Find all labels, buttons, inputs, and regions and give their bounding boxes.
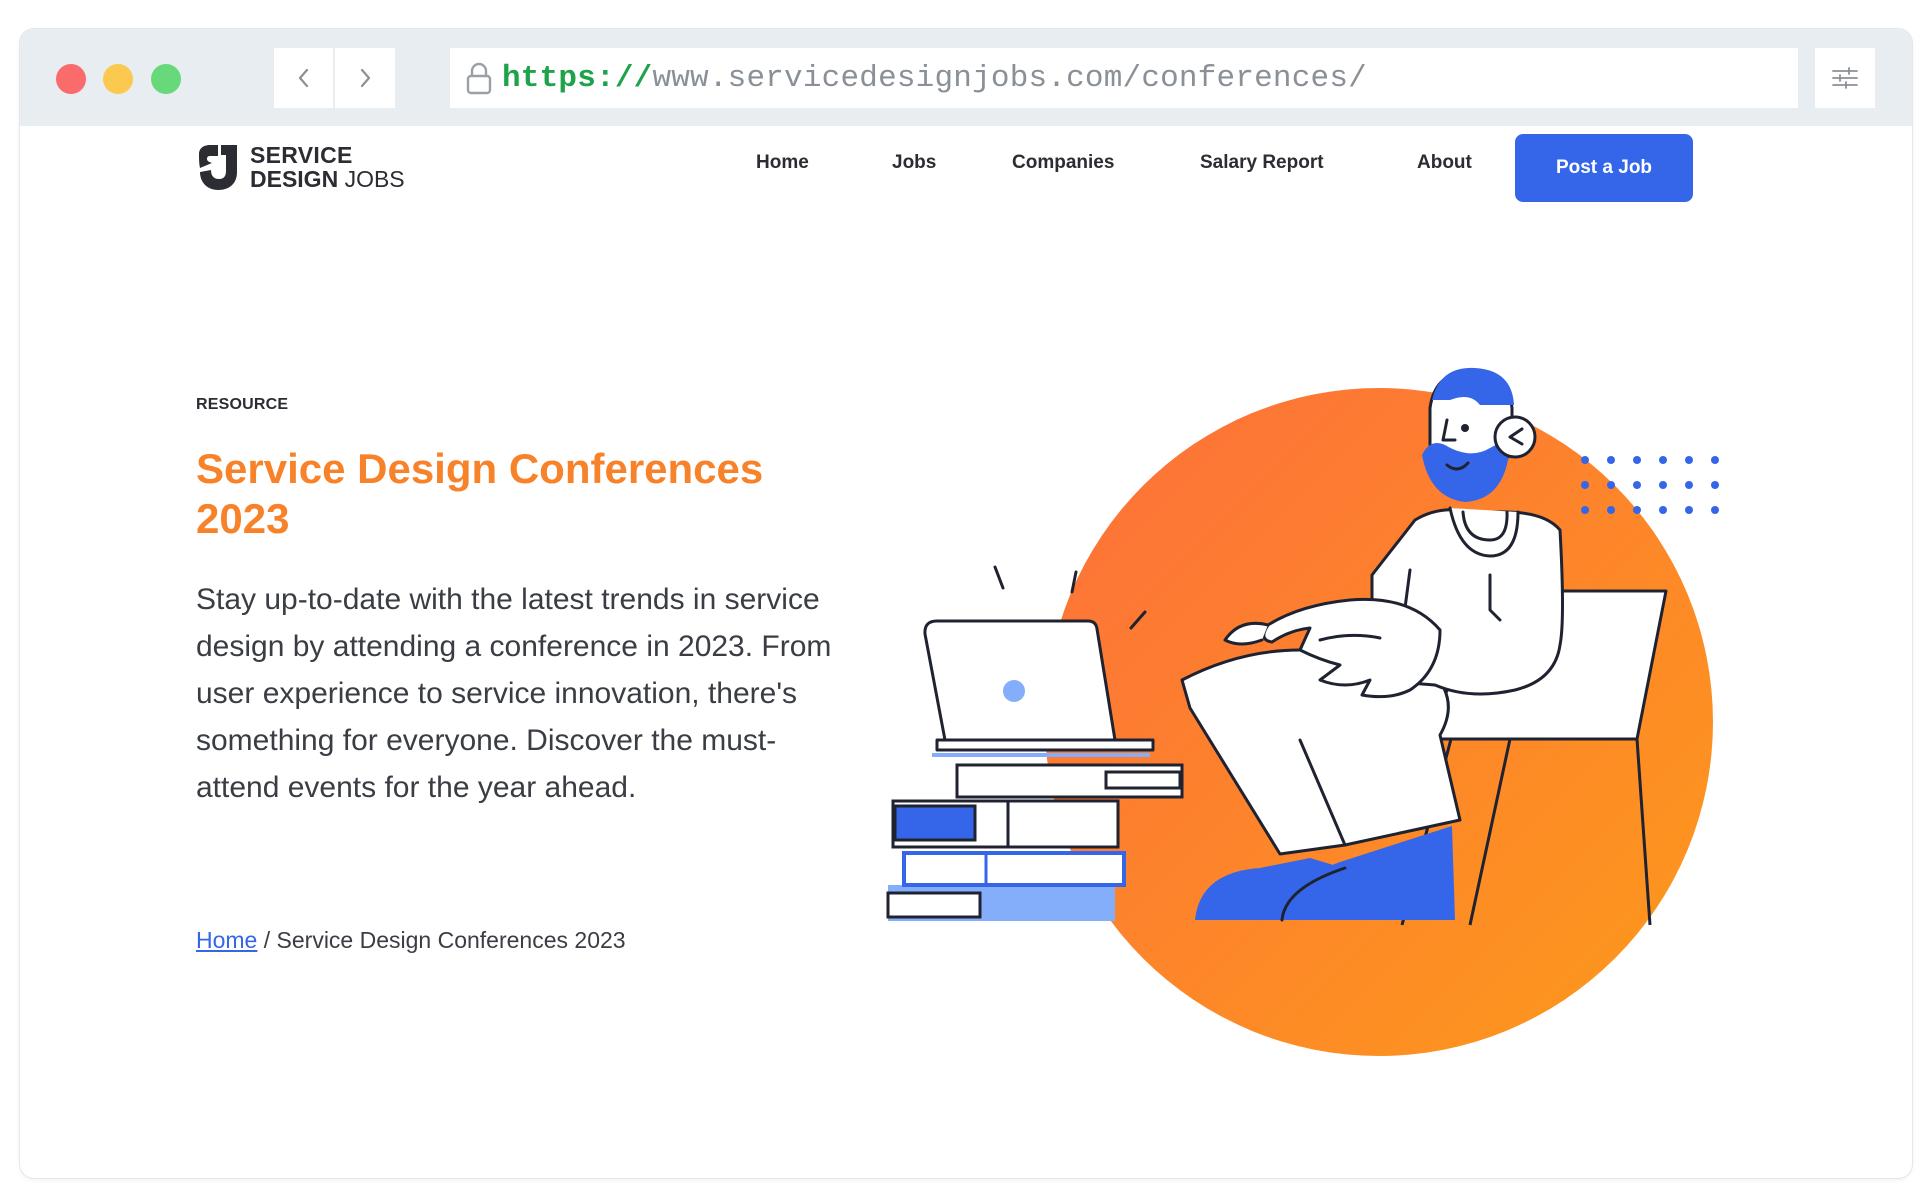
- logo-line-2-bold: DESIGN: [250, 166, 339, 192]
- url-path: www.servicedesignjobs.com/conferences/: [652, 60, 1367, 96]
- back-arrow-icon: [298, 68, 308, 88]
- nav-jobs[interactable]: Jobs: [892, 152, 936, 174]
- logo-mark-icon: [199, 145, 237, 190]
- breadcrumb-current: Service Design Conferences 2023: [276, 927, 626, 953]
- minimize-window-button[interactable]: [103, 64, 133, 94]
- sliders-icon: [1832, 67, 1858, 89]
- back-button[interactable]: [274, 48, 334, 108]
- address-bar[interactable]: https://www.servicedesignjobs.com/confer…: [450, 48, 1798, 108]
- section-eyebrow: RESOURCE: [196, 396, 289, 413]
- breadcrumb-separator: /: [263, 927, 271, 953]
- nav-home[interactable]: Home: [756, 152, 809, 174]
- breadcrumb-home-link[interactable]: Home: [196, 927, 257, 953]
- breadcrumb: Home / Service Design Conferences 2023: [196, 927, 626, 954]
- hero-illustration: [886, 367, 1719, 1056]
- page-title: Service Design Conferences 2023: [196, 445, 764, 542]
- forward-button[interactable]: [335, 48, 395, 108]
- lock-icon: [466, 62, 492, 95]
- nav-companies[interactable]: Companies: [1012, 152, 1114, 174]
- page-description: Stay up-to-date with the latest trends i…: [196, 583, 832, 804]
- site-logo[interactable]: SERVICE DESIGN JOBS: [196, 142, 405, 192]
- url-text: https://www.servicedesignjobs.com/confer…: [502, 61, 1367, 96]
- close-window-button[interactable]: [56, 64, 86, 94]
- post-a-job-button[interactable]: Post a Job: [1515, 134, 1693, 202]
- nav-about[interactable]: About: [1417, 152, 1472, 174]
- nav-salary-report[interactable]: Salary Report: [1200, 152, 1324, 174]
- forward-arrow-icon: [360, 68, 371, 88]
- url-scheme: https://: [502, 60, 653, 96]
- maximize-window-button[interactable]: [151, 64, 181, 94]
- logo-line-2-light: JOBS: [344, 166, 405, 192]
- logo-line-1: SERVICE: [250, 142, 353, 168]
- browser-settings-button[interactable]: [1815, 48, 1875, 108]
- browser-toolbar: https://www.servicedesignjobs.com/confer…: [20, 29, 1912, 126]
